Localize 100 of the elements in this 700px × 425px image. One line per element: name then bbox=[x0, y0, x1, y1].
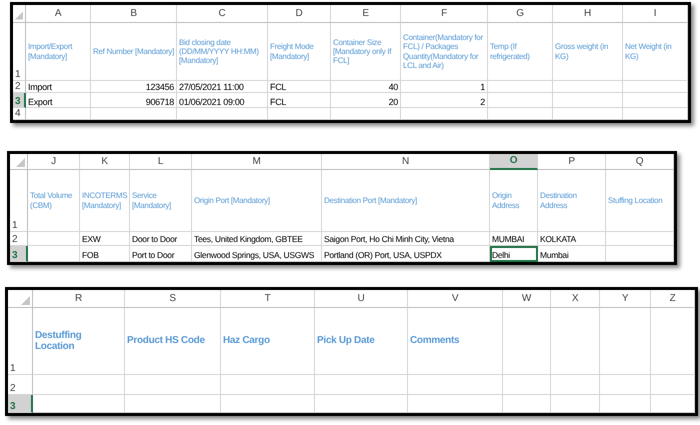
empty-cell bbox=[503, 395, 551, 413]
header-cell: Service [Mandatory] bbox=[130, 170, 192, 232]
empty-cell bbox=[488, 108, 553, 120]
header-cell: Import/Export [Mandatory] bbox=[26, 23, 91, 81]
select-all-icon[interactable] bbox=[21, 296, 30, 305]
table-cell: EXW bbox=[80, 232, 130, 246]
empty-cell bbox=[651, 375, 695, 395]
table-cell: Port to Door bbox=[130, 246, 192, 262]
table-cell: FCL bbox=[268, 81, 331, 93]
column-header[interactable]: S bbox=[125, 290, 221, 308]
empty-cell bbox=[553, 93, 623, 108]
empty-cell bbox=[331, 108, 401, 120]
column-header[interactable]: B bbox=[91, 5, 177, 23]
header-cell: Stuffing Location bbox=[606, 170, 674, 232]
header-cell: Origin Port [Mandatory] bbox=[192, 170, 322, 232]
column-header[interactable]: J bbox=[28, 154, 80, 170]
empty-cell bbox=[553, 108, 623, 120]
header-cell: Destination Address bbox=[538, 170, 606, 232]
column-header[interactable]: A bbox=[26, 5, 91, 23]
table-cell: 40 bbox=[331, 81, 401, 93]
column-header[interactable]: R bbox=[33, 290, 125, 308]
column-header[interactable]: N bbox=[322, 154, 490, 170]
empty-cell bbox=[268, 108, 331, 120]
empty-cell bbox=[26, 108, 91, 120]
table-cell: Glenwood Springs, USA, USGWS bbox=[192, 246, 322, 262]
header-cell: Haz Cargo bbox=[221, 308, 315, 375]
header-cell: Freight Mode [Mandatory] bbox=[268, 23, 331, 81]
table-cell: Door to Door bbox=[130, 232, 192, 246]
empty-cell bbox=[623, 81, 688, 93]
column-header[interactable]: Z bbox=[651, 290, 695, 308]
column-header[interactable]: H bbox=[553, 5, 623, 23]
row-header[interactable]: 1 bbox=[10, 170, 28, 232]
row-header[interactable]: 4 bbox=[13, 108, 26, 120]
empty-cell bbox=[28, 232, 80, 246]
table-cell: Import bbox=[26, 81, 91, 93]
row-header[interactable]: 3 bbox=[13, 93, 26, 108]
empty-cell bbox=[551, 395, 600, 413]
column-header[interactable]: X bbox=[551, 290, 600, 308]
column-header[interactable]: E bbox=[331, 5, 401, 23]
empty-cell bbox=[551, 375, 600, 395]
empty-cell bbox=[503, 375, 551, 395]
column-header[interactable]: P bbox=[538, 154, 606, 170]
column-header[interactable]: L bbox=[130, 154, 192, 170]
empty-cell bbox=[623, 93, 688, 108]
column-header[interactable]: T bbox=[221, 290, 315, 308]
column-header[interactable]: C bbox=[177, 5, 268, 23]
table-cell: 27/05/2021 11:00 bbox=[177, 81, 268, 93]
table-cell: Portland (OR) Port, USA, USPDX bbox=[322, 246, 490, 262]
header-cell: Net Weight (in KG) bbox=[623, 23, 688, 81]
header-cell: Gross weight (in KG) bbox=[553, 23, 623, 81]
empty-cell bbox=[488, 81, 553, 93]
table-cell: 1 bbox=[401, 81, 488, 93]
header-cell: Product HS Code bbox=[125, 308, 221, 375]
header-cell: Destination Port [Mandatory] bbox=[322, 170, 490, 232]
table-cell: FOB bbox=[80, 246, 130, 262]
empty-cell bbox=[488, 93, 553, 108]
header-cell: Temp (If refrigerated) bbox=[488, 23, 553, 81]
empty-cell bbox=[606, 246, 674, 262]
table-cell: KOLKATA bbox=[538, 232, 606, 246]
table-cell: Saigon Port, Ho Chi Minh City, Vietna bbox=[322, 232, 490, 246]
column-header[interactable]: G bbox=[488, 5, 553, 23]
header-cell: Destuffing Location bbox=[33, 308, 125, 375]
table-cell: Tees, United Kingdom, GBTEE bbox=[192, 232, 322, 246]
header-cell: Pick Up Date bbox=[315, 308, 408, 375]
row-header[interactable]: 1 bbox=[13, 23, 26, 81]
selected-cell[interactable]: Delhi bbox=[490, 246, 538, 262]
column-header[interactable]: I bbox=[623, 5, 688, 23]
table-cell: 123456 bbox=[91, 81, 177, 93]
column-header[interactable]: V bbox=[408, 290, 503, 308]
column-header[interactable]: O bbox=[490, 154, 538, 170]
column-header[interactable]: Q bbox=[606, 154, 674, 170]
table-cell: 20 bbox=[331, 93, 401, 108]
header-cell: Container Size [Mandatory only If FCL] bbox=[331, 23, 401, 81]
empty-cell bbox=[623, 108, 688, 120]
empty-cell bbox=[606, 232, 674, 246]
table-cell: Export bbox=[26, 93, 91, 108]
header-cell: Container(Mandatory for FCL) / Packages Quantity(Mandatory for LCL and Air) bbox=[401, 23, 488, 81]
column-header[interactable]: M bbox=[192, 154, 322, 170]
column-header[interactable]: D bbox=[268, 5, 331, 23]
row-header[interactable]: 3 bbox=[10, 246, 28, 262]
empty-cell bbox=[553, 81, 623, 93]
row-header[interactable]: 1 bbox=[8, 308, 33, 375]
table-cell: MUMBAI bbox=[490, 232, 538, 246]
table-cell: 2 bbox=[401, 93, 488, 108]
row-header[interactable]: 3 bbox=[8, 395, 33, 413]
header-cell: Comments bbox=[408, 308, 503, 375]
empty-cell bbox=[651, 395, 695, 413]
column-header[interactable]: Y bbox=[600, 290, 651, 308]
header-cell: Total Volume (CBM) bbox=[28, 170, 80, 232]
column-header[interactable]: K bbox=[80, 154, 130, 170]
column-header[interactable]: W bbox=[503, 290, 551, 308]
table-cell: Mumbai bbox=[538, 246, 606, 262]
header-cell: Origin Address bbox=[490, 170, 538, 232]
table-cell: 906718 bbox=[91, 93, 177, 108]
select-all-icon[interactable] bbox=[15, 11, 23, 20]
column-header[interactable]: F bbox=[401, 5, 488, 23]
header-cell: Bid closing date (DD/MM/YYYY HH:MM) [Mandatory] bbox=[177, 23, 268, 81]
select-all-icon[interactable] bbox=[16, 158, 25, 167]
header-cell: Ref Number [Mandatory] bbox=[91, 23, 177, 81]
column-header[interactable]: U bbox=[315, 290, 408, 308]
